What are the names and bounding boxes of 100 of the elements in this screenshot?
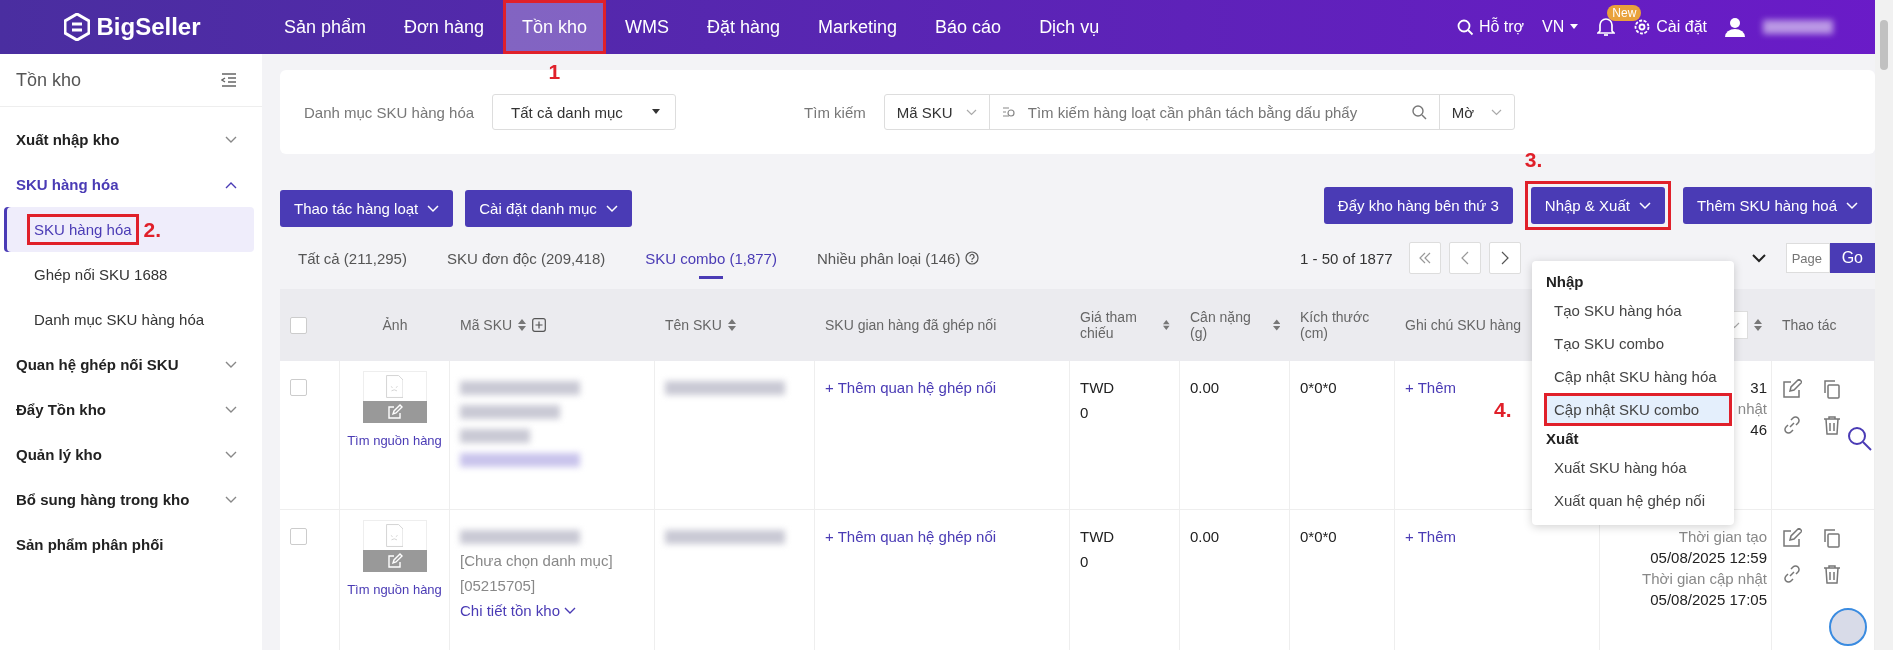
source-link[interactable]: Tìm nguồn hàng bbox=[347, 433, 442, 448]
go-button[interactable]: Go bbox=[1829, 243, 1875, 273]
add-link[interactable]: + Thêm quan hệ ghép nối bbox=[825, 528, 997, 545]
chevron-icon bbox=[225, 450, 237, 459]
step-number: 2. bbox=[143, 217, 162, 242]
sidebar-item[interactable]: Danh mục SKU hàng hóa bbox=[4, 297, 254, 342]
settings-icon bbox=[1633, 18, 1652, 36]
time-text: 05/08/2025 12:59 bbox=[1650, 549, 1767, 566]
filter-tab[interactable]: Tất cả (211,295) bbox=[298, 233, 407, 283]
menu-item[interactable]: Cập nhật SKU hàng hóa bbox=[1544, 360, 1732, 393]
logo-icon bbox=[64, 13, 91, 41]
time-text: Thời gian tạo bbox=[1678, 528, 1767, 545]
scrollbar[interactable] bbox=[1875, 0, 1893, 650]
edit-image-button[interactable] bbox=[362, 401, 427, 423]
dropdown-button[interactable]: Nhập & Xuất bbox=[1530, 187, 1665, 224]
dropdown-button[interactable]: Thao tác hàng loạt bbox=[280, 190, 454, 227]
help-link[interactable]: Hỗ trợ bbox=[1456, 18, 1525, 36]
checkbox[interactable] bbox=[290, 379, 307, 396]
nav-tab[interactable]: Báo cáo bbox=[916, 0, 1021, 54]
add-note-link[interactable]: + Thêm bbox=[1405, 379, 1456, 396]
sort-icon[interactable] bbox=[1754, 319, 1762, 331]
menu-item[interactable]: Xuất SKU hàng hóa bbox=[1544, 451, 1732, 484]
caret-icon bbox=[651, 109, 662, 115]
filter-tab[interactable]: Nhiều phân loại (146) bbox=[816, 233, 980, 283]
search-icon[interactable] bbox=[1847, 426, 1873, 452]
dropdown-button[interactable]: Cài đặt danh mục bbox=[465, 190, 632, 227]
collapse-icon[interactable] bbox=[221, 73, 237, 87]
add-link[interactable]: + Thêm quan hệ ghép nối bbox=[825, 379, 997, 396]
settings-link[interactable]: Cài đặt bbox=[1633, 18, 1707, 36]
filter-tab[interactable]: SKU combo (1,877) bbox=[645, 233, 777, 283]
edit-icon[interactable] bbox=[1782, 379, 1802, 399]
sort-icon[interactable] bbox=[518, 319, 527, 331]
column-header: Giá tham chiếu bbox=[1080, 309, 1138, 341]
sidebar-item[interactable]: Ghép nối SKU 1688 bbox=[4, 252, 254, 297]
user-icon[interactable] bbox=[1725, 17, 1745, 37]
stock-detail-link[interactable]: Chi tiết tồn kho bbox=[460, 602, 577, 619]
sidebar-group[interactable]: Quản lý kho bbox=[0, 432, 262, 477]
price: 0 bbox=[1080, 404, 1089, 421]
filter-tab[interactable]: SKU đơn độc (209,418) bbox=[446, 233, 606, 283]
chevron-icon bbox=[225, 405, 237, 414]
size: 0*0*0 bbox=[1300, 528, 1337, 545]
currency: TWD bbox=[1080, 528, 1115, 545]
sidebar-group[interactable]: Sản phẩm phân phối bbox=[0, 522, 262, 567]
filter-label: Tìm kiếm bbox=[804, 103, 866, 121]
menu-item[interactable]: Tạo SKU hàng hóa bbox=[1544, 294, 1732, 327]
nav-tab[interactable]: Sản phẩm bbox=[265, 0, 386, 54]
weight: 0.00 bbox=[1190, 379, 1220, 396]
copy-icon[interactable] bbox=[1822, 528, 1842, 548]
chevron-icon bbox=[225, 360, 237, 369]
step-number: 1 bbox=[548, 60, 561, 84]
edit-image-button[interactable] bbox=[362, 550, 427, 572]
category-select[interactable]: Tất cả danh mục bbox=[492, 94, 677, 130]
add-icon[interactable] bbox=[532, 318, 547, 332]
menu-item[interactable]: Cập nhật SKU combo bbox=[1544, 393, 1732, 426]
chevron-icon[interactable] bbox=[1751, 253, 1766, 263]
chevron-icon bbox=[1846, 201, 1858, 210]
edit-icon[interactable] bbox=[1782, 528, 1802, 548]
nav-tab[interactable]: Tồn kho bbox=[502, 0, 606, 54]
chevron-icon bbox=[427, 204, 440, 213]
sort-icon[interactable] bbox=[1272, 319, 1280, 331]
blurred-username bbox=[1763, 20, 1833, 34]
nav-tab[interactable]: Đơn hàng bbox=[385, 0, 503, 54]
sidebar-group[interactable]: Đẩy Tồn kho bbox=[0, 387, 262, 432]
dropdown-button[interactable]: Thêm SKU hàng hoá bbox=[1682, 187, 1872, 224]
checkbox[interactable] bbox=[290, 528, 307, 545]
nav-tab[interactable]: WMS bbox=[605, 0, 688, 54]
bell-icon[interactable] bbox=[1597, 17, 1616, 37]
sidebar-group[interactable]: Quan hệ ghép nối SKU bbox=[0, 342, 262, 387]
column-header: Cân nặng (g) bbox=[1190, 309, 1252, 341]
add-note-link[interactable]: + Thêm bbox=[1405, 528, 1456, 545]
chevron-icon bbox=[1638, 201, 1651, 210]
sidebar-group[interactable]: SKU hàng hóa bbox=[0, 162, 262, 207]
search-icon bbox=[1456, 18, 1474, 36]
language-select[interactable]: VN bbox=[1542, 18, 1580, 36]
link-icon[interactable] bbox=[1782, 564, 1802, 584]
sort-icon[interactable] bbox=[727, 319, 736, 331]
page-field[interactable]: Page bbox=[1785, 243, 1830, 273]
nav-tab[interactable]: Đặt hàng bbox=[687, 0, 800, 54]
action-button[interactable]: Đẩy kho hàng bên thứ 3 bbox=[1323, 187, 1513, 224]
nav-tab[interactable]: Dịch vụ bbox=[1020, 0, 1119, 54]
sidebar-group[interactable]: Xuất nhập kho bbox=[0, 117, 262, 162]
nav-tab[interactable]: Marketing bbox=[799, 0, 917, 54]
link-icon[interactable] bbox=[1782, 415, 1802, 435]
sort-icon[interactable] bbox=[1163, 319, 1170, 331]
menu-section-title: Nhập bbox=[1545, 272, 1585, 292]
sku-info: [Chưa chọn danh mục] bbox=[460, 552, 613, 569]
menu-item[interactable]: Xuất quan hệ ghép nối bbox=[1544, 484, 1732, 517]
trash-icon[interactable] bbox=[1822, 415, 1842, 435]
copy-icon[interactable] bbox=[1822, 379, 1842, 399]
checkbox[interactable] bbox=[290, 316, 307, 334]
chevron-icon bbox=[225, 495, 237, 504]
source-link[interactable]: Tìm nguồn hàng bbox=[347, 582, 442, 597]
blurred-text bbox=[460, 429, 530, 443]
sidebar-group[interactable]: Bổ sung hàng trong kho bbox=[0, 477, 262, 522]
edit-icon bbox=[386, 553, 403, 569]
menu-item[interactable]: Tạo SKU combo bbox=[1544, 327, 1732, 360]
trash-icon[interactable] bbox=[1822, 564, 1842, 584]
sidebar-item[interactable]: SKU hàng hóa 2. bbox=[4, 207, 254, 252]
time-text: 05/08/2025 17:05 bbox=[1650, 591, 1767, 608]
weight: 0.00 bbox=[1190, 528, 1220, 545]
